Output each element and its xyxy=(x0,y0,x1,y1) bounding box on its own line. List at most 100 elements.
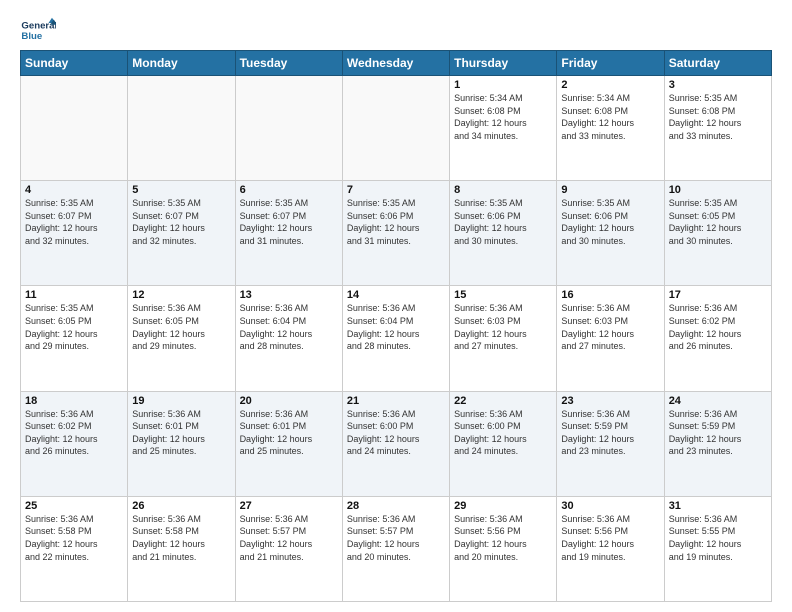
day-info: Sunrise: 5:36 AM Sunset: 5:57 PM Dayligh… xyxy=(347,513,445,563)
calendar-cell: 26Sunrise: 5:36 AM Sunset: 5:58 PM Dayli… xyxy=(128,496,235,601)
calendar-week-row: 25Sunrise: 5:36 AM Sunset: 5:58 PM Dayli… xyxy=(21,496,772,601)
day-number: 31 xyxy=(669,500,767,512)
day-info: Sunrise: 5:35 AM Sunset: 6:05 PM Dayligh… xyxy=(669,197,767,247)
calendar-cell: 10Sunrise: 5:35 AM Sunset: 6:05 PM Dayli… xyxy=(664,181,771,286)
day-number: 21 xyxy=(347,395,445,407)
calendar-cell: 18Sunrise: 5:36 AM Sunset: 6:02 PM Dayli… xyxy=(21,391,128,496)
calendar-cell: 27Sunrise: 5:36 AM Sunset: 5:57 PM Dayli… xyxy=(235,496,342,601)
calendar-cell: 24Sunrise: 5:36 AM Sunset: 5:59 PM Dayli… xyxy=(664,391,771,496)
calendar-cell: 12Sunrise: 5:36 AM Sunset: 6:05 PM Dayli… xyxy=(128,286,235,391)
calendar-week-row: 11Sunrise: 5:35 AM Sunset: 6:05 PM Dayli… xyxy=(21,286,772,391)
calendar-cell: 11Sunrise: 5:35 AM Sunset: 6:05 PM Dayli… xyxy=(21,286,128,391)
calendar-cell: 14Sunrise: 5:36 AM Sunset: 6:04 PM Dayli… xyxy=(342,286,449,391)
day-number: 24 xyxy=(669,395,767,407)
calendar-cell: 30Sunrise: 5:36 AM Sunset: 5:56 PM Dayli… xyxy=(557,496,664,601)
day-info: Sunrise: 5:34 AM Sunset: 6:08 PM Dayligh… xyxy=(454,92,552,142)
day-info: Sunrise: 5:36 AM Sunset: 6:00 PM Dayligh… xyxy=(347,408,445,458)
day-number: 5 xyxy=(132,184,230,196)
day-info: Sunrise: 5:35 AM Sunset: 6:06 PM Dayligh… xyxy=(561,197,659,247)
day-info: Sunrise: 5:35 AM Sunset: 6:05 PM Dayligh… xyxy=(25,302,123,352)
calendar-cell: 17Sunrise: 5:36 AM Sunset: 6:02 PM Dayli… xyxy=(664,286,771,391)
day-info: Sunrise: 5:35 AM Sunset: 6:07 PM Dayligh… xyxy=(25,197,123,247)
day-info: Sunrise: 5:36 AM Sunset: 6:02 PM Dayligh… xyxy=(25,408,123,458)
day-info: Sunrise: 5:36 AM Sunset: 6:03 PM Dayligh… xyxy=(561,302,659,352)
day-number: 10 xyxy=(669,184,767,196)
day-number: 16 xyxy=(561,289,659,301)
day-info: Sunrise: 5:35 AM Sunset: 6:06 PM Dayligh… xyxy=(454,197,552,247)
calendar-cell: 3Sunrise: 5:35 AM Sunset: 6:08 PM Daylig… xyxy=(664,76,771,181)
calendar-week-row: 18Sunrise: 5:36 AM Sunset: 6:02 PM Dayli… xyxy=(21,391,772,496)
day-info: Sunrise: 5:36 AM Sunset: 5:59 PM Dayligh… xyxy=(669,408,767,458)
day-info: Sunrise: 5:36 AM Sunset: 5:55 PM Dayligh… xyxy=(669,513,767,563)
calendar-cell: 7Sunrise: 5:35 AM Sunset: 6:06 PM Daylig… xyxy=(342,181,449,286)
calendar-cell: 13Sunrise: 5:36 AM Sunset: 6:04 PM Dayli… xyxy=(235,286,342,391)
day-info: Sunrise: 5:36 AM Sunset: 5:59 PM Dayligh… xyxy=(561,408,659,458)
day-info: Sunrise: 5:36 AM Sunset: 6:01 PM Dayligh… xyxy=(240,408,338,458)
day-number: 2 xyxy=(561,79,659,91)
day-info: Sunrise: 5:36 AM Sunset: 5:56 PM Dayligh… xyxy=(561,513,659,563)
weekday-header-saturday: Saturday xyxy=(664,51,771,76)
logo: General Blue xyxy=(20,16,56,44)
day-info: Sunrise: 5:36 AM Sunset: 5:58 PM Dayligh… xyxy=(132,513,230,563)
calendar-cell: 21Sunrise: 5:36 AM Sunset: 6:00 PM Dayli… xyxy=(342,391,449,496)
day-number: 1 xyxy=(454,79,552,91)
weekday-header-friday: Friday xyxy=(557,51,664,76)
day-number: 11 xyxy=(25,289,123,301)
calendar-table: SundayMondayTuesdayWednesdayThursdayFrid… xyxy=(20,50,772,602)
day-number: 7 xyxy=(347,184,445,196)
day-number: 17 xyxy=(669,289,767,301)
day-number: 28 xyxy=(347,500,445,512)
day-info: Sunrise: 5:36 AM Sunset: 6:01 PM Dayligh… xyxy=(132,408,230,458)
day-number: 30 xyxy=(561,500,659,512)
calendar-cell: 4Sunrise: 5:35 AM Sunset: 6:07 PM Daylig… xyxy=(21,181,128,286)
calendar-cell: 16Sunrise: 5:36 AM Sunset: 6:03 PM Dayli… xyxy=(557,286,664,391)
calendar-cell: 9Sunrise: 5:35 AM Sunset: 6:06 PM Daylig… xyxy=(557,181,664,286)
day-info: Sunrise: 5:35 AM Sunset: 6:07 PM Dayligh… xyxy=(240,197,338,247)
header: General Blue xyxy=(20,16,772,44)
day-number: 13 xyxy=(240,289,338,301)
calendar-cell: 8Sunrise: 5:35 AM Sunset: 6:06 PM Daylig… xyxy=(450,181,557,286)
calendar-cell: 31Sunrise: 5:36 AM Sunset: 5:55 PM Dayli… xyxy=(664,496,771,601)
logo-icon: General Blue xyxy=(20,16,56,44)
day-number: 8 xyxy=(454,184,552,196)
calendar-cell: 2Sunrise: 5:34 AM Sunset: 6:08 PM Daylig… xyxy=(557,76,664,181)
calendar-cell: 15Sunrise: 5:36 AM Sunset: 6:03 PM Dayli… xyxy=(450,286,557,391)
calendar-cell: 19Sunrise: 5:36 AM Sunset: 6:01 PM Dayli… xyxy=(128,391,235,496)
calendar-week-row: 4Sunrise: 5:35 AM Sunset: 6:07 PM Daylig… xyxy=(21,181,772,286)
day-number: 12 xyxy=(132,289,230,301)
calendar-cell xyxy=(21,76,128,181)
weekday-header-row: SundayMondayTuesdayWednesdayThursdayFrid… xyxy=(21,51,772,76)
weekday-header-tuesday: Tuesday xyxy=(235,51,342,76)
day-number: 3 xyxy=(669,79,767,91)
day-number: 26 xyxy=(132,500,230,512)
calendar-cell xyxy=(128,76,235,181)
calendar-cell: 5Sunrise: 5:35 AM Sunset: 6:07 PM Daylig… xyxy=(128,181,235,286)
day-number: 29 xyxy=(454,500,552,512)
weekday-header-thursday: Thursday xyxy=(450,51,557,76)
day-info: Sunrise: 5:36 AM Sunset: 6:03 PM Dayligh… xyxy=(454,302,552,352)
calendar-cell: 29Sunrise: 5:36 AM Sunset: 5:56 PM Dayli… xyxy=(450,496,557,601)
day-info: Sunrise: 5:36 AM Sunset: 6:04 PM Dayligh… xyxy=(347,302,445,352)
day-info: Sunrise: 5:36 AM Sunset: 6:05 PM Dayligh… xyxy=(132,302,230,352)
calendar-cell: 28Sunrise: 5:36 AM Sunset: 5:57 PM Dayli… xyxy=(342,496,449,601)
day-info: Sunrise: 5:36 AM Sunset: 5:58 PM Dayligh… xyxy=(25,513,123,563)
day-info: Sunrise: 5:36 AM Sunset: 6:00 PM Dayligh… xyxy=(454,408,552,458)
calendar-cell: 22Sunrise: 5:36 AM Sunset: 6:00 PM Dayli… xyxy=(450,391,557,496)
day-number: 19 xyxy=(132,395,230,407)
weekday-header-sunday: Sunday xyxy=(21,51,128,76)
day-number: 23 xyxy=(561,395,659,407)
day-info: Sunrise: 5:35 AM Sunset: 6:07 PM Dayligh… xyxy=(132,197,230,247)
weekday-header-wednesday: Wednesday xyxy=(342,51,449,76)
calendar-cell: 23Sunrise: 5:36 AM Sunset: 5:59 PM Dayli… xyxy=(557,391,664,496)
page: General Blue SundayMondayTuesdayWednesda… xyxy=(0,0,792,612)
day-info: Sunrise: 5:36 AM Sunset: 5:56 PM Dayligh… xyxy=(454,513,552,563)
day-info: Sunrise: 5:36 AM Sunset: 6:02 PM Dayligh… xyxy=(669,302,767,352)
day-info: Sunrise: 5:36 AM Sunset: 6:04 PM Dayligh… xyxy=(240,302,338,352)
day-number: 20 xyxy=(240,395,338,407)
calendar-cell xyxy=(235,76,342,181)
day-number: 14 xyxy=(347,289,445,301)
day-number: 15 xyxy=(454,289,552,301)
day-number: 9 xyxy=(561,184,659,196)
calendar-cell: 6Sunrise: 5:35 AM Sunset: 6:07 PM Daylig… xyxy=(235,181,342,286)
day-number: 25 xyxy=(25,500,123,512)
